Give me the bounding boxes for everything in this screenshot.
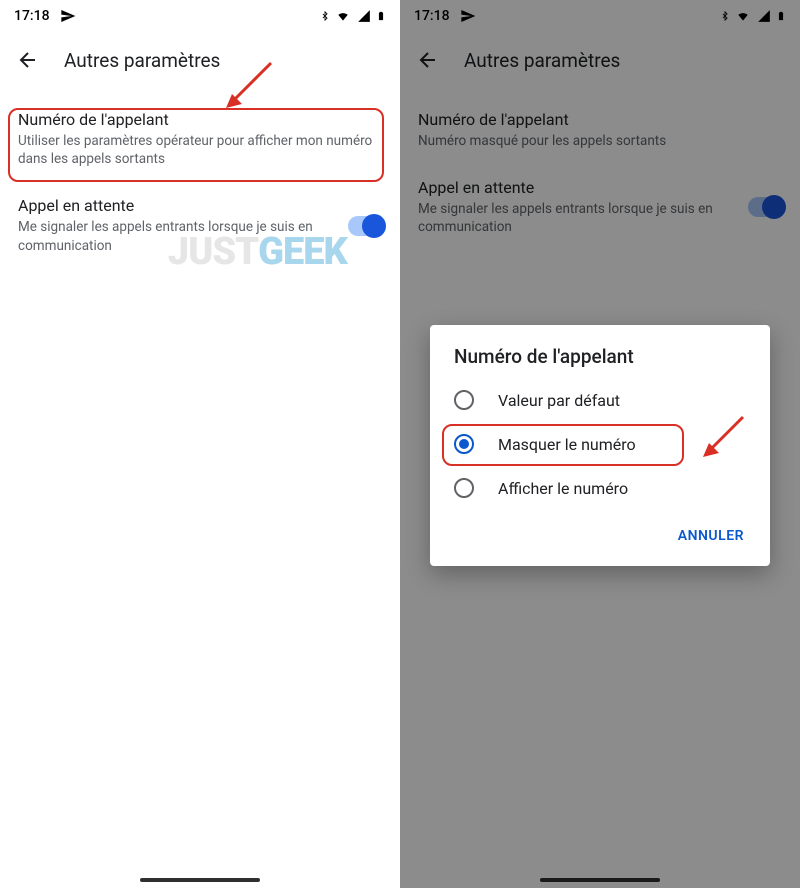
radio-label: Afficher le numéro (498, 479, 628, 498)
app-bar: Autres paramètres (0, 32, 400, 88)
radio-option-show[interactable]: Afficher le numéro (430, 466, 770, 510)
setting-title: Numéro de l'appelant (18, 110, 382, 129)
bluetooth-icon (320, 8, 330, 24)
cancel-button[interactable]: ANNULER (668, 520, 754, 552)
call-waiting-toggle[interactable] (348, 216, 384, 236)
radio-icon (454, 390, 474, 410)
watermark: JUSTGEEK (168, 230, 347, 274)
setting-subtitle: Utiliser les paramètres opérateur pour a… (18, 132, 382, 168)
dialog-title: Numéro de l'appelant (430, 345, 770, 378)
screen-right: 17:18 Autres paramètres (400, 0, 800, 888)
screen-left: 17:18 Autres paramètres (0, 0, 400, 888)
setting-caller-id[interactable]: Numéro de l'appelant Utiliser les paramè… (0, 96, 400, 182)
radio-icon (454, 434, 474, 454)
send-icon (60, 8, 76, 24)
dialog-actions: ANNULER (430, 510, 770, 558)
signal-icon (356, 9, 372, 23)
radio-label: Valeur par défaut (498, 391, 620, 410)
status-bar: 17:18 (0, 0, 400, 32)
battery-icon (376, 8, 386, 24)
wifi-icon (334, 9, 352, 23)
page-title: Autres paramètres (64, 49, 220, 72)
radio-icon (454, 478, 474, 498)
status-time: 17:18 (14, 8, 50, 24)
nav-bar[interactable] (140, 878, 260, 882)
setting-title: Appel en attente (18, 196, 330, 215)
back-button[interactable] (16, 48, 40, 72)
radio-label: Masquer le numéro (498, 435, 636, 454)
annotation-arrow (695, 410, 750, 469)
